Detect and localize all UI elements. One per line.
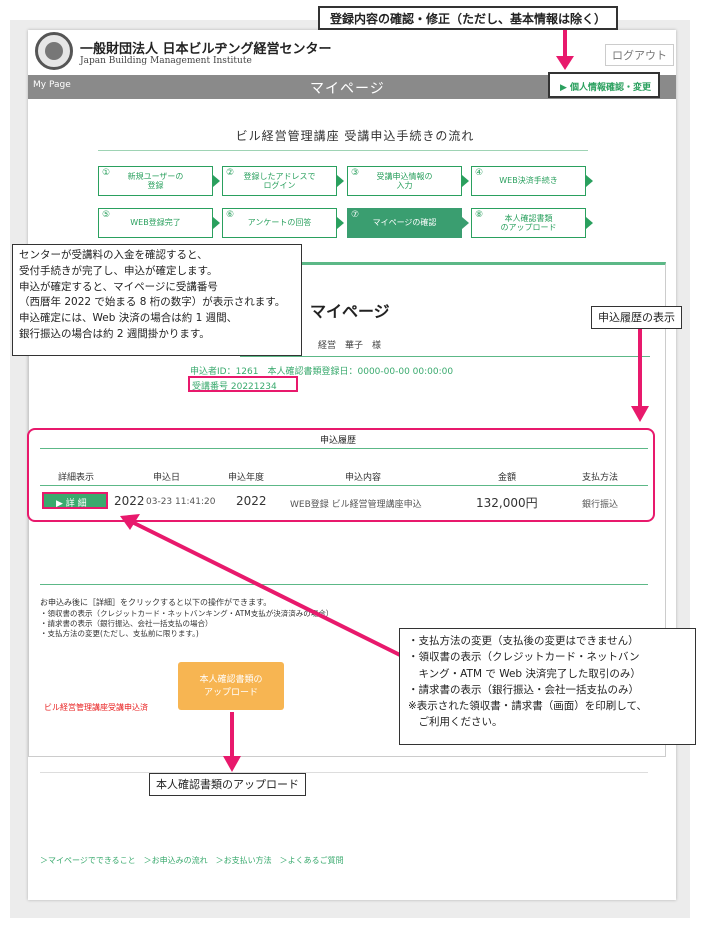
flow-step-number: ② [226,168,235,178]
note-item: ・領収書の表示（クレジットカード・ネットバンキング・ATM支払が決済済みの場合） [40,609,334,618]
flow-step: ② 登録したアドレスで ログイン [222,166,337,196]
flow-step-number: ① [102,168,111,178]
mypage-jp-label: マイページ [310,81,385,97]
logout-button[interactable]: ログアウト [605,44,674,66]
flow-divider [98,150,588,151]
name-divider [240,356,650,357]
callout-history: 申込履歴の表示 [591,306,682,330]
upload-id-button[interactable]: 本人確認書類の アップロード [178,662,284,710]
flow-step-label: WEB登録完了 [130,218,181,228]
flow-arrow-icon [586,175,593,187]
col-header-content: 申込内容 [345,473,382,483]
flow-step-number: ⑥ [226,210,235,220]
flow-arrow-icon [213,175,220,187]
flow-step-label: 受講申込情報の 入力 [376,171,433,190]
flow-step: ⑧ 本人確認書類 のアップロード [471,208,586,238]
detail-button[interactable]: ▶ 詳 細 [42,492,108,509]
org-name-en: Japan Building Management Institute [80,56,252,66]
mypage-en-label: My Page [33,80,71,90]
callout-edit-info: 登録内容の確認・修正（ただし、基本情報は除く） [318,6,619,30]
course-status: ビル経営管理講座受講申込済 [44,703,148,712]
callout-line: ご利用ください。 [408,716,503,729]
note-item: ・請求書の表示（銀行振込、会社一括支払の場合） [40,619,213,628]
col-header-date: 申込日 [153,473,181,483]
col-header-payment: 支払方法 [582,473,619,483]
history-title-line [40,448,648,449]
row-fiscal-year: 2022 [236,494,267,508]
flow-title: ビル経営管理講座 受講申込手続きの流れ [235,129,475,143]
callout-confirmation-text: センターが受講料の入金を確認すると、 受付手続きが完了し、申込が確定します。 申込が… [19,249,286,340]
callout-confirmation: センターが受講料の入金を確認すると、 受付手続きが完了し、申込が確定します。 申込が… [12,244,302,356]
callout-upload: 本人確認書類のアップロード [149,773,306,797]
flow-step-number: ⑤ [102,210,111,220]
flow-step: ⑤ WEB登録完了 [98,208,213,238]
section-divider [40,772,648,773]
callout-line: ※表示された領収書・請求書（画面）を印刷して、 [408,700,647,713]
notes-list: ・領収書の表示（クレジットカード・ネットバンキング・ATM支払が決済済みの場合）… [40,609,333,639]
flow-arrow-icon [462,175,469,187]
flow-step-label: 登録したアドレスで ログイン [243,171,316,190]
flow-arrow-icon [337,175,344,187]
flow-step-label: 本人確認書類 のアップロード [500,213,557,232]
row-date-year: 2022 [114,494,145,508]
flow-arrow-icon [462,217,469,229]
callout-line: ・支払方法の変更（支払後の変更はできません） [408,635,639,647]
flow-step-number: ④ [475,168,484,178]
flow-step: ⑦ マイページの確認 [347,208,462,238]
callout-detail-actions: ・支払方法の変更（支払後の変更はできません） ・領収書の表示（クレジットカード・… [399,628,696,745]
flow-step-number: ⑦ [351,210,360,220]
flow-step-label: アンケートの回答 [247,218,312,228]
row-amount: 132,000円 [476,496,538,510]
notes-intro: お申込み後に［詳細］をクリックすると以下の操作ができます。 [40,598,272,607]
flow-arrow-icon [213,217,220,229]
history-title: 申込履歴 [320,436,357,446]
col-header-detail: 詳細表示 [58,473,95,483]
flow-step-label: 新規ユーザーの 登録 [127,171,184,190]
flow-step: ④ WEB決済手続き [471,166,586,196]
flow-step-label: WEB決済手続き [499,176,558,186]
col-header-year: 申込年度 [228,473,265,483]
flow-step-number: ③ [351,168,360,178]
note-item: ・支払方法の変更(ただし、支払前に限ります。) [40,629,199,638]
callout-line: ・請求書の表示（銀行振込・会社一括支払のみ） [408,683,639,696]
flow-arrow-icon [586,217,593,229]
callout-line: キング・ATM で Web 決済完了した取引のみ） [408,667,641,680]
receipt-number: 受講番号 20221234 [188,376,298,392]
row-date: 03-23 11:41:20 [146,497,216,507]
mypage-title: マイページ [310,302,390,321]
flow-step-label: マイページの確認 [372,218,437,228]
flow-step: ① 新規ユーザーの 登録 [98,166,213,196]
flow-arrow-icon [337,217,344,229]
org-name-jp: 一般財団法人 日本ビルヂング経営センター [80,42,332,57]
callout-line: ・領収書の表示（クレジットカード・ネットバン [408,651,640,664]
personal-info-button[interactable]: ▶ 個人情報確認・変更 [548,72,660,98]
footer-links[interactable]: ＞マイページでできること ＞お申込みの流れ ＞お支払い方法 ＞よくあるご質問 [40,855,344,866]
row-content: WEB登録 ビル経営管理講座申込 [290,500,422,510]
flow-step-number: ⑧ [475,210,484,220]
history-header-line [40,485,648,486]
notes-divider [40,584,648,585]
logo-emblem [45,42,63,60]
row-payment: 銀行振込 [582,500,619,510]
flow-step: ③ 受講申込情報の 入力 [347,166,462,196]
col-header-amount: 金額 [498,473,517,483]
flow-step: ⑥ アンケートの回答 [222,208,337,238]
user-name: 経営 華子 様 [318,341,382,351]
upload-button-label: 本人確認書類の アップロード [199,675,263,698]
